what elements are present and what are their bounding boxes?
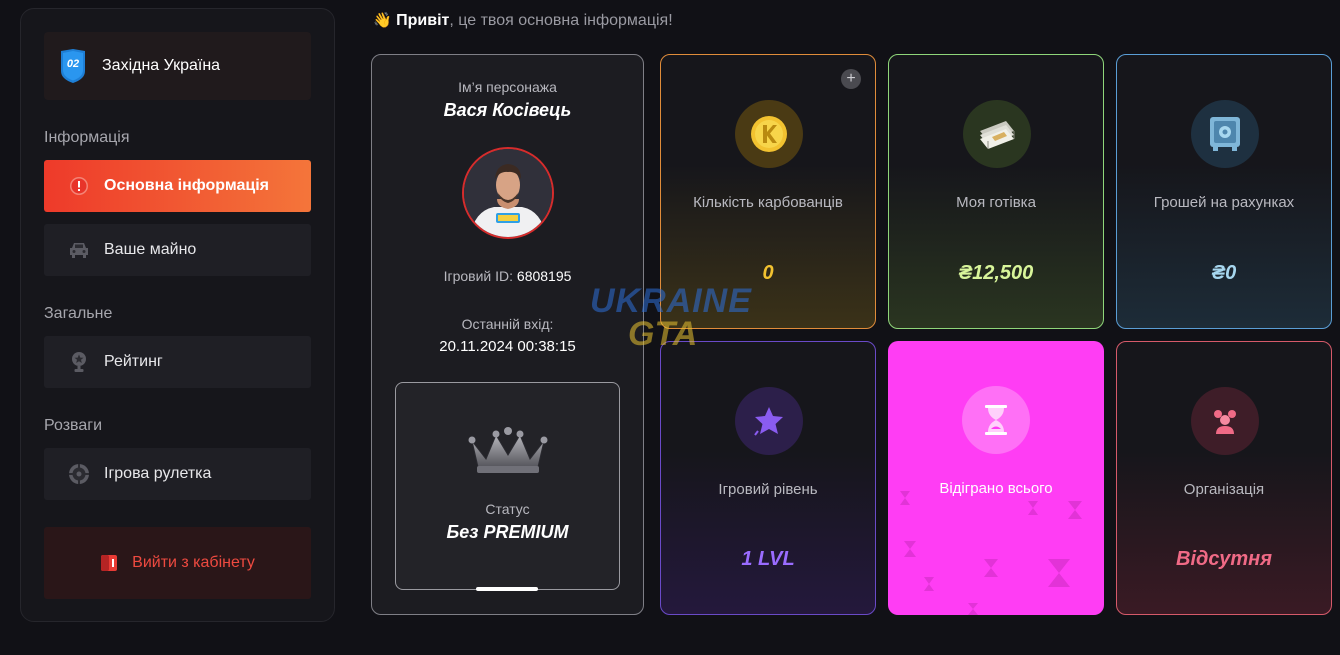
roulette-icon <box>68 463 90 485</box>
card-value: 1 LVL <box>741 548 795 570</box>
card-title: Кількість карбованців <box>693 194 843 211</box>
status-box: Статус Без PREMIUM <box>395 382 620 591</box>
card-played-total: Відіграно всього <box>888 341 1104 615</box>
waving-hand-icon: 👋 <box>373 12 392 29</box>
watermark-line2: GTA <box>628 315 698 353</box>
hourglass-icon <box>962 386 1030 454</box>
card-bank: Грошей на рахунках ₴0 <box>1116 54 1332 329</box>
cash-stack-icon <box>963 100 1031 168</box>
card-level: Ігровий рівень 1 LVL <box>660 341 876 615</box>
add-karbovanets-button[interactable]: + <box>841 69 861 89</box>
sidebar-item-label: Основна інформація <box>104 177 269 194</box>
logout-button[interactable]: Вийти з кабінету <box>44 527 311 599</box>
card-title: Грошей на рахунках <box>1153 194 1295 211</box>
sidebar-item-property[interactable]: Ваше майно <box>44 224 311 276</box>
game-id-value: 6808195 <box>516 268 572 284</box>
server-selector[interactable]: 02 Західна Україна <box>44 32 311 100</box>
car-icon <box>68 239 90 261</box>
greeting-bold: Привіт <box>396 12 450 29</box>
section-title-general: Загальне <box>44 305 113 322</box>
sidebar-item-rating[interactable]: Рейтинг <box>44 336 311 388</box>
card-value: Відсутня <box>1176 548 1272 570</box>
card-value: ₴12,500 <box>958 262 1034 284</box>
trophy-icon <box>68 351 90 373</box>
exit-icon <box>100 553 120 573</box>
sidebar-item-label: Ігрова рулетка <box>104 465 212 482</box>
card-cash: Моя готівка ₴12,500 <box>888 54 1104 329</box>
game-id-label: Ігровий ID: <box>443 268 514 284</box>
card-value: ₴0 <box>1211 262 1237 284</box>
sidebar-item-label: Рейтинг <box>104 353 163 370</box>
card-title: Ігровий рівень <box>718 481 818 498</box>
crown-icon <box>466 425 550 480</box>
karbovanets-coin-icon <box>735 100 803 168</box>
server-badge-icon: 02 <box>60 49 86 83</box>
watermark-logo: UKRAINE GTA <box>590 282 752 354</box>
sidebar-item-main-info[interactable]: Основна інформація <box>44 160 311 212</box>
star-level-icon <box>735 387 803 455</box>
card-organization: Організація Відсутня <box>1116 341 1332 615</box>
safe-icon <box>1191 100 1259 168</box>
section-title-info: Інформація <box>44 129 130 146</box>
character-name: Вася Косівець <box>443 100 572 120</box>
character-name-label: Ім’я персонажа <box>458 79 557 95</box>
hourglass-pattern <box>888 341 1104 615</box>
group-icon <box>1191 387 1259 455</box>
avatar <box>462 147 554 239</box>
server-badge-number: 02 <box>66 58 80 70</box>
status-label: Статус <box>485 501 530 517</box>
sidebar-item-roulette[interactable]: Ігрова рулетка <box>44 448 311 500</box>
greeting-text: , це твоя основна інформація! <box>449 12 673 29</box>
greeting: 👋 Привіт, це твоя основна інформація! <box>373 11 673 30</box>
section-title-entertainment: Розваги <box>44 417 103 434</box>
status-value: Без PREMIUM <box>446 522 569 542</box>
card-title: Моя готівка <box>956 194 1036 211</box>
card-title: Відіграно всього <box>939 480 1053 497</box>
alert-icon <box>68 175 90 197</box>
card-title: Організація <box>1183 481 1265 498</box>
status-indicator <box>476 587 538 591</box>
server-name: Західна Україна <box>102 57 221 74</box>
sidebar: 02 Західна Україна Інформація Основна ін… <box>20 8 335 622</box>
logout-label: Вийти з кабінету <box>132 554 255 571</box>
sidebar-item-label: Ваше майно <box>104 241 197 258</box>
